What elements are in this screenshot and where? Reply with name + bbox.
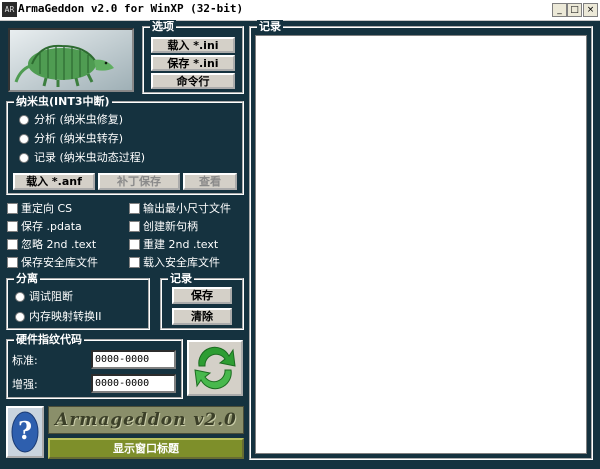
- patch-save-button[interactable]: 补丁保存: [98, 173, 180, 190]
- checkbox-label-load-security-dll: 载入安全库文件: [143, 256, 220, 269]
- radio-label-record-dynamic: 记录 (纳米虫动态过程): [34, 151, 146, 164]
- load-ini-button[interactable]: 载入 *.ini: [151, 37, 235, 53]
- title-bar: AR ArmaGeddon v2.0 for WinXP (32-bit) _ …: [0, 0, 600, 21]
- checkbox-save-security-dll[interactable]: [7, 257, 18, 268]
- help-button[interactable]: ?: [6, 406, 44, 458]
- radio-label-analyze-repair: 分析 (纳米虫修复): [34, 113, 124, 126]
- armageddon-logo: Armageddon v2.0: [48, 406, 244, 434]
- armadillo-picture: [8, 28, 134, 92]
- nanomites-group-label: 纳米虫(INT3中断): [14, 95, 112, 108]
- record-clear-button[interactable]: 清除: [172, 308, 232, 325]
- checkbox-label-create-new-handle: 创建新句柄: [143, 220, 198, 233]
- hwid-enhanced-field[interactable]: 0000-0000: [91, 374, 176, 393]
- radio-debug-block[interactable]: [15, 292, 25, 302]
- radio-label-analyze-dump: 分析 (纳米虫转存): [34, 132, 124, 145]
- refresh-button[interactable]: [187, 340, 243, 396]
- checkbox-label-save-security-dll: 保存安全库文件: [21, 256, 98, 269]
- radio-analyze-dump[interactable]: [19, 134, 29, 144]
- log-group-label: 记录: [257, 20, 283, 33]
- app-icon[interactable]: AR: [2, 2, 17, 17]
- save-ini-button[interactable]: 保存 *.ini: [151, 55, 235, 71]
- record-save-button[interactable]: 保存: [172, 287, 232, 304]
- logo-text: Armageddon v2.0: [55, 410, 237, 430]
- radio-label-memory-map-convert: 内存映射转换II: [29, 310, 102, 323]
- armadillo-icon: [10, 30, 132, 90]
- options-group-label: 选项: [150, 20, 176, 33]
- log-textarea[interactable]: [255, 35, 587, 454]
- checkbox-ignore-2nd-text[interactable]: [7, 239, 18, 250]
- checkbox-label-ignore-2nd-text: 忽略 2nd .text: [21, 238, 97, 251]
- radio-memory-map-convert[interactable]: [15, 312, 25, 322]
- record-group-label: 记录: [168, 272, 194, 285]
- command-line-button[interactable]: 命令行: [151, 73, 235, 89]
- checkbox-redirect-cs[interactable]: [7, 203, 18, 214]
- show-window-title-button[interactable]: 显示窗口标题: [48, 438, 244, 459]
- refresh-icon: [194, 346, 236, 390]
- checkbox-label-min-size-output: 输出最小尺寸文件: [143, 202, 231, 215]
- checkbox-load-security-dll[interactable]: [129, 257, 140, 268]
- help-icon: ?: [17, 416, 33, 445]
- hwid-standard-field[interactable]: 0000-0000: [91, 350, 176, 369]
- close-button[interactable]: ×: [583, 3, 598, 17]
- radio-analyze-repair[interactable]: [19, 115, 29, 125]
- checkbox-min-size-output[interactable]: [129, 203, 140, 214]
- separate-group-label: 分离: [14, 272, 40, 285]
- window-title: ArmaGeddon v2.0 for WinXP (32-bit): [18, 2, 244, 15]
- app-window: AR ArmaGeddon v2.0 for WinXP (32-bit) _ …: [0, 0, 600, 469]
- checkbox-label-redirect-cs: 重定向 CS: [21, 202, 73, 215]
- checkbox-label-save-pdata: 保存 .pdata: [21, 220, 82, 233]
- hwid-standard-label: 标准:: [12, 354, 38, 367]
- checkbox-create-new-handle[interactable]: [129, 221, 140, 232]
- hwid-enhanced-label: 增强:: [12, 378, 38, 391]
- hwid-group-label: 硬件指纹代码: [14, 333, 84, 346]
- minimize-button[interactable]: _: [552, 3, 567, 17]
- checkbox-rebuild-2nd-text[interactable]: [129, 239, 140, 250]
- maximize-button[interactable]: □: [567, 3, 582, 17]
- radio-label-debug-block: 调试阻断: [29, 290, 73, 303]
- load-anf-button[interactable]: 载入 *.anf: [13, 173, 95, 190]
- checkbox-label-rebuild-2nd-text: 重建 2nd .text: [143, 238, 219, 251]
- checkbox-save-pdata[interactable]: [7, 221, 18, 232]
- view-button[interactable]: 查看: [183, 173, 237, 190]
- radio-record-dynamic[interactable]: [19, 153, 29, 163]
